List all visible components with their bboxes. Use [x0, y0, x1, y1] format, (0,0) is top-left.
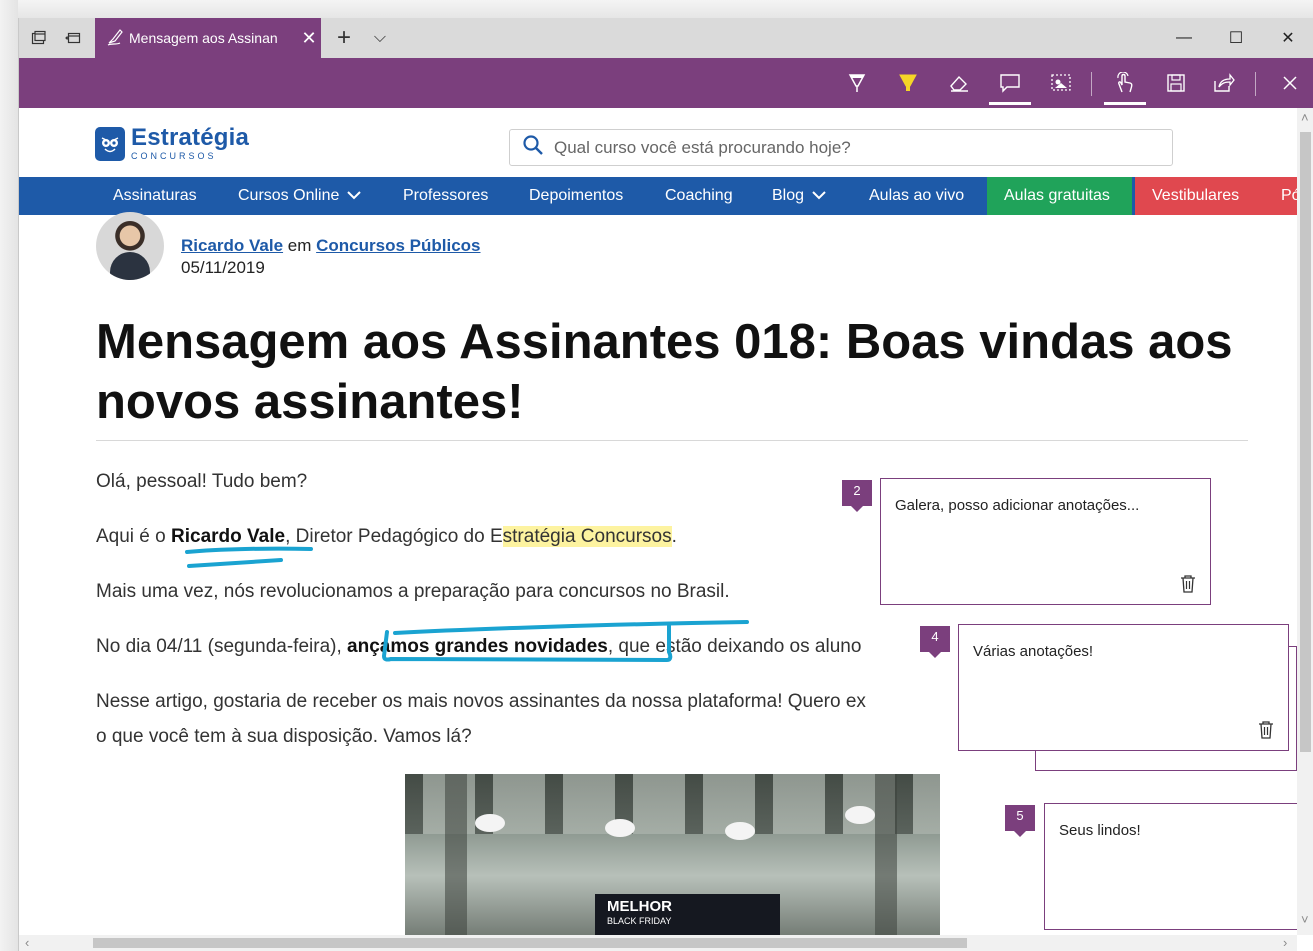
image-banner: MELHOR BLACK FRIDAY [595, 894, 780, 935]
active-tab[interactable]: Mensagem aos Assinan ✕ [95, 18, 321, 58]
web-page: Estratégia CONCURSOS Assinaturas Cursos … [19, 108, 1297, 935]
scroll-up-icon[interactable]: ˄ [1301, 110, 1309, 125]
toolbar-divider [1091, 72, 1092, 96]
save-icon[interactable] [1161, 68, 1191, 98]
share-icon[interactable] [1209, 68, 1239, 98]
image-pillar [875, 774, 897, 935]
tab-title: Mensagem aos Assinan [129, 30, 278, 46]
vertical-scrollbar[interactable]: ˄ ˅ [1297, 108, 1313, 935]
note-number-badge[interactable]: 4 [920, 626, 950, 658]
toolbar-divider [1255, 72, 1256, 96]
window-shadow-left [0, 0, 18, 951]
horizontal-scrollbar[interactable]: ‹ › [19, 935, 1297, 951]
vertical-scroll-thumb[interactable] [1300, 132, 1311, 752]
banner-subtext: BLACK FRIDAY [607, 916, 672, 926]
note-number-badge[interactable]: 5 [1005, 805, 1035, 837]
add-note-icon[interactable] [989, 68, 1031, 105]
window-shadow-top [0, 0, 1313, 18]
scroll-down-icon[interactable]: ˅ [1301, 912, 1309, 927]
trash-icon[interactable] [1180, 574, 1196, 594]
image-lamp [605, 819, 635, 837]
touch-writing-icon[interactable] [1104, 68, 1146, 105]
horizontal-scroll-thumb[interactable] [93, 938, 967, 948]
image-lamp [475, 814, 505, 832]
tab-preview-icon[interactable] [63, 28, 83, 48]
note-text[interactable]: Galera, posso adicionar anotações... [895, 497, 1196, 514]
title-bar: Mensagem aos Assinan ✕ + ⌵ — ☐ ✕ [19, 18, 1313, 58]
article-image: MELHOR BLACK FRIDAY [405, 774, 940, 935]
scroll-left-icon[interactable]: ‹ [25, 935, 29, 950]
exit-icon[interactable] [1275, 68, 1305, 98]
note-text[interactable]: Seus lindos! [1059, 822, 1283, 839]
banner-text: MELHOR [607, 898, 672, 915]
highlighter-icon[interactable] [893, 68, 923, 98]
tabs-aside-icon[interactable] [29, 28, 49, 48]
window-close-button[interactable]: ✕ [1262, 18, 1313, 58]
browser-window: Mensagem aos Assinan ✕ + ⌵ — ☐ ✕ Estraté… [18, 18, 1313, 951]
tab-close-button[interactable]: ✕ [297, 28, 321, 49]
ink-pen-icon [107, 28, 129, 49]
note-number-badge[interactable]: 2 [842, 480, 872, 512]
note-card[interactable]: Várias anotações! [958, 624, 1289, 751]
new-tab-button[interactable]: + [331, 24, 357, 52]
note-card[interactable]: Galera, posso adicionar anotações... [880, 478, 1211, 605]
scroll-right-icon[interactable]: › [1283, 935, 1287, 950]
note-text[interactable]: Várias anotações! [973, 643, 1274, 660]
image-lamp [845, 806, 875, 824]
note-card[interactable]: Seus lindos! [1044, 803, 1297, 930]
clip-icon[interactable] [1046, 68, 1076, 98]
tab-list-chevron-down-icon[interactable]: ⌵ [369, 24, 391, 52]
image-lamp [725, 822, 755, 840]
image-pillar [445, 774, 467, 935]
minimize-button[interactable]: — [1158, 18, 1210, 58]
maximize-button[interactable]: ☐ [1210, 18, 1262, 58]
eraser-icon[interactable] [944, 68, 974, 98]
trash-icon[interactable] [1258, 720, 1274, 740]
ballpoint-pen-icon[interactable] [842, 68, 872, 98]
ink-toolbar [19, 58, 1313, 108]
